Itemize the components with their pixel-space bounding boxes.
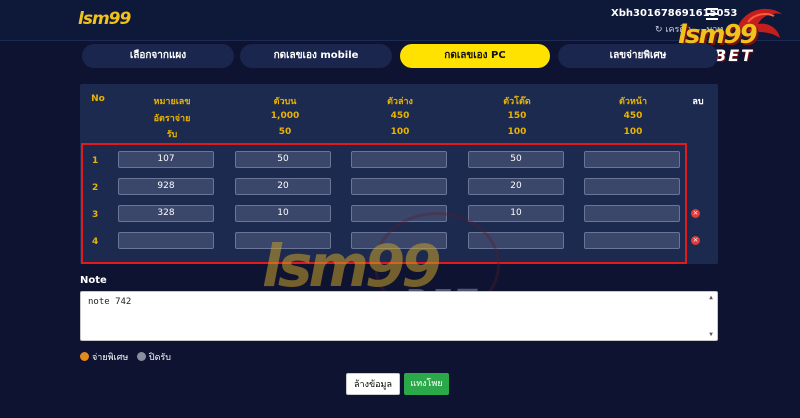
tab-choose-from-panel[interactable]: เลือกจากแผง [82,44,234,68]
header-top: ตัวบน [273,97,297,107]
payout-bottom: 450 [390,111,410,121]
header-delete: ลบ [692,97,704,107]
payout-top: 1,000 [270,111,300,121]
scroll-down-icon[interactable]: ▼ [707,331,715,338]
refresh-icon[interactable]: ↻ [655,25,663,35]
header-no: No [91,94,105,104]
delete-row-icon[interactable]: × [691,236,700,245]
site-logo[interactable]: lsm99 [78,9,131,29]
receive-top: 50 [278,127,292,137]
special-payout-label: จ่ายพิเศษ [92,353,129,363]
clear-data-button[interactable]: ล้างข้อมูล [346,373,400,395]
orange-dot-icon [80,352,89,361]
bet-mode-tabs: เลือกจากแผง กดเลขเอง mobile กดเลขเอง PC … [82,44,718,68]
grey-dot-icon [136,352,146,361]
payout-label: อัตราจ่าย [153,114,191,124]
tab-manual-mobile[interactable]: กดเลขเอง mobile [240,44,392,68]
note-scrollbar[interactable]: ▲ ▼ [707,294,715,338]
receive-tod: 100 [507,127,527,137]
scroll-up-icon[interactable]: ▲ [707,294,715,301]
payout-options: จ่ายพิเศษ ปิดรับ [80,350,171,364]
tab-manual-pc[interactable]: กดเลขเอง PC [400,44,550,68]
receive-front: 100 [623,127,643,137]
receive-label: รับ [166,130,178,140]
header-number: หมายเลข [153,97,191,107]
highlight-box [81,143,687,264]
note-label: Note [80,275,107,286]
payout-front: 450 [623,111,643,121]
receive-bottom: 100 [390,127,410,137]
closed-label: ปิดรับ [148,353,171,363]
header-tod: ตัวโต๊ด [503,97,531,107]
delete-row-icon[interactable]: × [691,209,700,218]
special-payout-radio[interactable]: จ่ายพิเศษ [80,352,129,363]
closed-radio[interactable]: ปิดรับ [136,352,171,363]
note-textarea[interactable]: note 742 ▲ ▼ [80,291,718,341]
header-bottom: ตัวล่าง [387,97,413,107]
brand-bet: BET [714,46,755,65]
header-front: ตัวหน้า [618,97,648,107]
note-text: note 742 [88,297,132,307]
payout-tod: 150 [507,111,527,121]
tab-special-payout[interactable]: เลขจ่ายพิเศษ [558,44,718,68]
place-bet-button[interactable]: แทงโพย [404,373,449,395]
